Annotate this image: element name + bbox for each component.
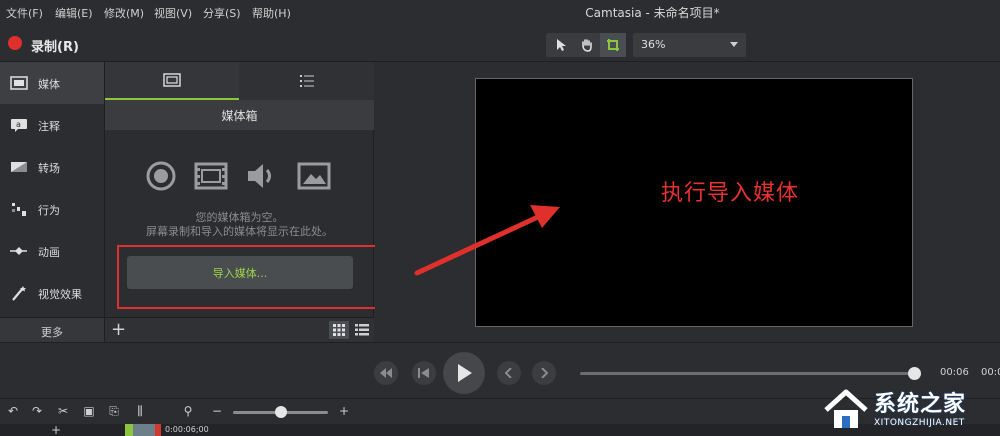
panel-footer: + xyxy=(105,317,374,342)
timeline-zoom-handle[interactable] xyxy=(275,406,287,418)
crop-icon xyxy=(607,39,619,51)
nav-item-behaviors[interactable]: 行为 xyxy=(0,188,104,230)
list-view-button[interactable] xyxy=(352,321,372,339)
watermark: 系统之家 XITONGZHIJIA.NET xyxy=(822,382,1000,436)
film-icon xyxy=(163,73,181,87)
paste-icon[interactable]: ⎘ xyxy=(106,403,122,419)
audio-media-icon xyxy=(248,164,271,188)
play-icon xyxy=(458,364,472,382)
add-icon[interactable]: + xyxy=(111,319,126,340)
record-button[interactable]: 录制(R) xyxy=(31,36,79,55)
chevron-down-icon xyxy=(730,42,738,47)
grid-view-button[interactable] xyxy=(329,321,349,339)
video-media-icon xyxy=(194,162,228,190)
zoom-value: 36% xyxy=(641,38,666,51)
playhead-time: 0:00:06;00 xyxy=(165,425,209,434)
list-icon xyxy=(355,324,369,336)
house-logo-icon xyxy=(824,389,868,428)
annotation-text: 执行导入媒体 xyxy=(661,181,800,206)
rewind-icon xyxy=(380,368,392,378)
record-toolbar: 录制(R) 36% xyxy=(0,24,1000,62)
record-media-icon xyxy=(146,161,176,191)
zoom-in-icon[interactable]: + xyxy=(336,403,352,419)
play-button[interactable] xyxy=(443,352,485,394)
image-media-icon xyxy=(297,162,331,190)
redo-icon[interactable]: ↷ xyxy=(29,403,45,419)
grid-icon xyxy=(333,324,345,336)
svg-text:a: a xyxy=(16,120,21,129)
nav-more-label: 更多 xyxy=(41,326,63,339)
nav-more-button[interactable]: 更多 xyxy=(0,317,104,342)
record-icon[interactable] xyxy=(8,36,22,50)
scrub-track[interactable] xyxy=(580,372,916,375)
nav-item-annotations[interactable]: a 注释 xyxy=(0,104,104,146)
nav-item-label: 转场 xyxy=(38,162,60,175)
nav-item-transitions[interactable]: 转场 xyxy=(0,146,104,188)
left-nav: 媒体 a 注释 转场 行为 动画 视觉效果 更多 xyxy=(0,62,105,342)
empty-message-line2: 屏幕录制和导入的媒体将显示在此处。 xyxy=(146,225,333,238)
previous-button[interactable] xyxy=(497,361,521,385)
menu-bar: 文件(F) 编辑(E) 修改(M) 视图(V) 分享(S) 帮助(H) Camt… xyxy=(0,0,1000,24)
nav-item-label: 动画 xyxy=(38,246,60,259)
copy-icon[interactable]: ▣ xyxy=(81,403,97,419)
nav-item-label: 媒体 xyxy=(38,78,60,91)
nav-item-label: 注释 xyxy=(38,120,60,133)
hand-icon xyxy=(582,39,592,52)
split-icon[interactable]: ⫼ xyxy=(132,403,148,419)
rewind-button[interactable] xyxy=(374,361,398,385)
current-time: 00:06 xyxy=(940,367,969,378)
nav-item-media[interactable]: 媒体 xyxy=(0,62,104,104)
zoom-dropdown[interactable]: 36% xyxy=(633,33,746,57)
tab-media-bin[interactable] xyxy=(105,62,239,100)
scrub-handle[interactable] xyxy=(908,367,921,380)
transition-icon xyxy=(11,162,27,172)
animation-icon xyxy=(10,247,27,255)
crop-tool[interactable] xyxy=(600,33,626,57)
pan-tool[interactable] xyxy=(574,33,600,57)
step-back-icon xyxy=(418,368,429,378)
nav-item-label: 视觉效果 xyxy=(38,288,82,301)
cut-icon[interactable]: ✂ xyxy=(55,403,71,419)
playhead-start-handle[interactable] xyxy=(125,424,133,436)
canvas-tool-group xyxy=(546,33,626,57)
preview-canvas[interactable]: 执行导入媒体 xyxy=(475,78,913,327)
chevron-right-icon xyxy=(541,368,548,378)
list-icon xyxy=(300,75,314,87)
undo-icon[interactable]: ↶ xyxy=(5,403,21,419)
nav-item-label: 行为 xyxy=(38,204,60,217)
behavior-icon xyxy=(12,203,26,216)
window-title: Camtasia - 未命名项目* xyxy=(585,6,720,20)
next-button[interactable] xyxy=(532,361,556,385)
panel-title: 媒体箱 xyxy=(221,109,258,123)
zoom-out-icon[interactable]: − xyxy=(209,403,225,419)
highlight-box xyxy=(117,245,403,309)
nav-item-animations[interactable]: 动画 xyxy=(0,230,104,272)
magic-wand-icon xyxy=(12,286,26,301)
tab-library[interactable] xyxy=(240,62,374,100)
nav-item-visual-effects[interactable]: 视觉效果 xyxy=(0,272,104,314)
pointer-tool[interactable] xyxy=(548,33,574,57)
chevron-left-icon xyxy=(505,368,512,378)
step-back-button[interactable] xyxy=(412,361,436,385)
media-bin-panel: 媒体箱 您的媒体箱为空。 屏幕录制和导入的媒体将显示在此处。 导入媒体... + xyxy=(105,62,403,342)
canvas-area: 执行导入媒体 xyxy=(375,62,1000,342)
watermark-subtitle: XITONGZHIJIA.NET xyxy=(874,418,965,428)
add-track-icon[interactable]: + xyxy=(48,423,64,436)
panel-header: 媒体箱 xyxy=(105,100,374,130)
film-icon xyxy=(10,76,28,90)
pointer-icon xyxy=(557,39,566,51)
callout-icon: a xyxy=(11,119,27,132)
playhead-end-handle[interactable] xyxy=(155,424,161,436)
panel-tabs xyxy=(105,62,374,100)
watermark-title: 系统之家 xyxy=(874,392,967,417)
search-icon: ⚲ xyxy=(183,404,193,418)
end-time: 00:0 xyxy=(981,367,1000,378)
